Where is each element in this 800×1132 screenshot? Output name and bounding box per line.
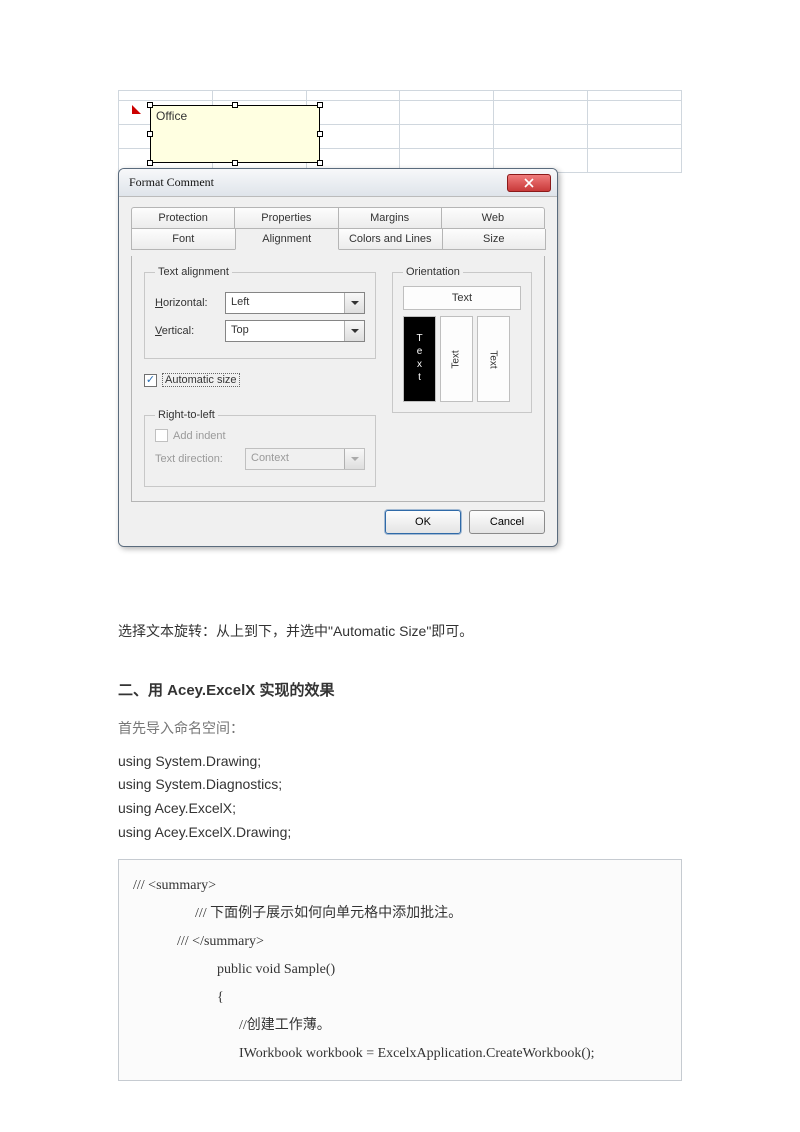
rtl-legend: Right-to-left [155,409,218,421]
orientation-horizontal[interactable]: Text [403,286,521,310]
add-indent-label: Add indent [173,430,226,442]
code-line: public void Sample() [133,956,667,984]
horizontal-combo[interactable]: Left [225,292,365,314]
orientation-legend: Orientation [403,266,463,278]
code-line: /// <summary> [133,878,216,893]
resize-handle[interactable] [317,160,323,166]
chevron-down-icon [344,321,364,341]
code-line: using System.Diagnostics; [118,773,682,797]
code-line: { [133,984,667,1012]
resize-handle[interactable] [232,102,238,108]
code-line: IWorkbook workbook = ExcelxApplication.C… [133,1040,667,1068]
rtl-group: Add indent Right-to-left Text direction:… [144,409,376,487]
checkbox-icon [144,374,157,387]
paragraph: 首先导入命名空间： [118,715,682,742]
resize-handle[interactable] [147,131,153,137]
tab-protection[interactable]: Protection [131,207,235,229]
resize-handle[interactable] [147,102,153,108]
code-line: //创建工作薄。 [133,1012,667,1040]
text-alignment-group: Text alignment Horizontal: Left Ve [144,266,376,359]
horizontal-label: Horizontal: [155,297,217,309]
chevron-down-icon [344,449,364,469]
vertical-label: Vertical: [155,325,217,337]
chevron-down-icon [344,293,364,313]
code-line: /// </summary> [133,928,667,956]
cancel-button[interactable]: Cancel [469,510,545,534]
section-heading: 二、用 Acey.ExcelX 实现的效果 [118,677,682,706]
screenshot: Office Format Comment [118,90,682,610]
text-direction-value: Context [246,449,344,469]
tab-margins[interactable]: Margins [338,207,442,229]
horizontal-value: Left [226,293,344,313]
code-line: /// 下面例子展示如何向单元格中添加批注。 [133,900,667,928]
code-line: using Acey.ExcelX; [118,797,682,821]
resize-handle[interactable] [317,102,323,108]
comment-text: Office [151,106,319,126]
text-alignment-legend: Text alignment [155,266,232,278]
tab-colors-lines[interactable]: Colors and Lines [338,229,443,250]
tab-strip: Protection Properties Margins Web Font A… [131,207,545,250]
resize-handle[interactable] [147,160,153,166]
ok-button[interactable]: OK [385,510,461,534]
tab-font[interactable]: Font [131,229,236,250]
orientation-vertical-stacked[interactable]: Text [403,316,436,402]
text-direction-combo: Context [245,448,365,470]
checkbox-icon [155,429,168,442]
vertical-value: Top [226,321,344,341]
tab-alignment[interactable]: Alignment [235,229,340,250]
tab-web[interactable]: Web [441,207,545,229]
code-line: using System.Drawing; [118,750,682,774]
resize-handle[interactable] [317,131,323,137]
dialog-titlebar[interactable]: Format Comment [119,169,557,197]
automatic-size-label: Automatic size [162,373,240,387]
tab-size[interactable]: Size [442,229,547,250]
text-direction-label: Text direction: [155,453,237,465]
resize-handle[interactable] [232,160,238,166]
close-button[interactable] [507,174,551,192]
code-block: /// <summary> /// 下面例子展示如何向单元格中添加批注。 ///… [118,859,682,1081]
cell-comment[interactable]: Office [150,105,320,163]
code-line: using Acey.ExcelX.Drawing; [118,821,682,845]
vertical-combo[interactable]: Top [225,320,365,342]
format-comment-dialog: Format Comment Protection Properties Mar… [118,168,558,547]
orientation-rotate-down[interactable]: Text [477,316,510,402]
paragraph: 选择文本旋转：从上到下，并选中"Automatic Size"即可。 [118,618,682,645]
close-icon [524,178,534,188]
dialog-title: Format Comment [125,175,507,190]
automatic-size-checkbox[interactable]: Automatic size [144,373,376,387]
orientation-rotate-up[interactable]: Text [440,316,473,402]
comment-indicator-icon [132,105,141,114]
orientation-group: Orientation Text Text Text Text [392,266,532,413]
tab-properties[interactable]: Properties [234,207,338,229]
